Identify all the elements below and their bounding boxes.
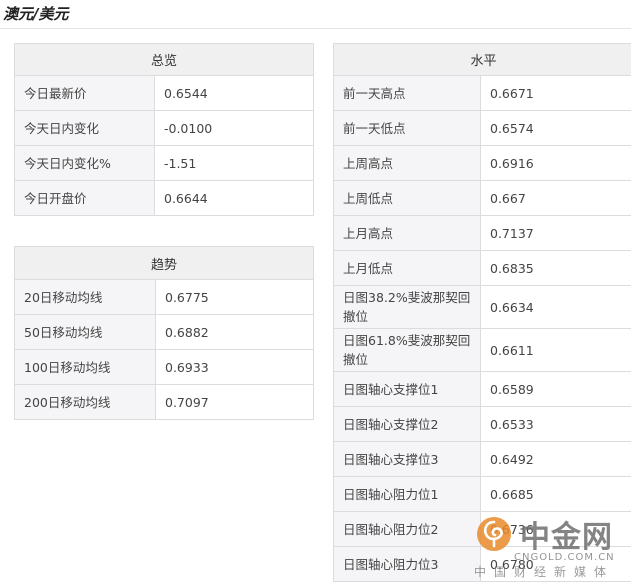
- row-value: 0.6644: [153, 180, 315, 216]
- table-row: 日图轴心支撑位1 0.6589: [333, 371, 631, 407]
- row-label: 前一天低点: [333, 110, 481, 146]
- row-value: 0.6775: [154, 279, 315, 315]
- row-label: 上周低点: [333, 180, 481, 216]
- row-label: 100日移动均线: [14, 349, 156, 385]
- table-row: 今天日内变化 -0.0100: [14, 110, 315, 146]
- row-value: -0.0100: [153, 110, 315, 146]
- overview-table: 总览 今日最新价 0.6544 今天日内变化 -0.0100 今天日内变化% -…: [13, 43, 315, 216]
- row-label: 日图轴心支撑位2: [333, 406, 481, 442]
- row-label: 今日开盘价: [14, 180, 155, 216]
- table-row: 上周低点 0.667: [333, 180, 631, 216]
- table-row: 前一天高点 0.6671: [333, 75, 631, 111]
- table-row: 100日移动均线 0.6933: [14, 349, 315, 385]
- row-label: 200日移动均线: [14, 384, 156, 420]
- table-row: 日图轴心阻力位2 0.6736: [333, 511, 631, 547]
- row-value: 0.6574: [479, 110, 631, 146]
- row-value: 0.6611: [479, 328, 631, 372]
- row-value: 0.6533: [479, 406, 631, 442]
- row-value: 0.7097: [154, 384, 315, 420]
- table-row: 上周高点 0.6916: [333, 145, 631, 181]
- table-row: 今日开盘价 0.6644: [14, 180, 315, 216]
- row-label: 上月低点: [333, 250, 481, 286]
- table-row: 20日移动均线 0.6775: [14, 279, 315, 315]
- row-value: 0.6544: [153, 75, 315, 111]
- row-value: 0.6736: [479, 511, 631, 547]
- row-label: 50日移动均线: [14, 314, 156, 350]
- table-row: 日图轴心支撑位2 0.6533: [333, 406, 631, 442]
- table-row: 200日移动均线 0.7097: [14, 384, 315, 420]
- row-value: 0.6933: [154, 349, 315, 385]
- row-value: 0.6835: [479, 250, 631, 286]
- row-value: 0.6685: [479, 476, 631, 512]
- page-header: 澳元/美元: [0, 0, 631, 29]
- row-label: 日图轴心阻力位2: [333, 511, 481, 547]
- table-row: 今日最新价 0.6544: [14, 75, 315, 111]
- table-row: 上月高点 0.7137: [333, 215, 631, 251]
- row-label: 今日最新价: [14, 75, 155, 111]
- overview-header: 总览: [13, 43, 315, 76]
- row-label: 日图轴心阻力位1: [333, 476, 481, 512]
- table-row: 日图轴心阻力位3 0.6780: [333, 546, 631, 582]
- row-label: 前一天高点: [333, 75, 481, 111]
- table-row: 前一天低点 0.6574: [333, 110, 631, 146]
- row-value: 0.6589: [479, 371, 631, 407]
- row-label: 日图轴心支撑位3: [333, 441, 481, 477]
- row-label: 日图61.8%斐波那契回撤位: [333, 328, 481, 372]
- table-row: 上月低点 0.6835: [333, 250, 631, 286]
- trend-header: 趋势: [13, 246, 315, 280]
- row-value: 0.6492: [479, 441, 631, 477]
- table-row: 日图轴心支撑位3 0.6492: [333, 441, 631, 477]
- row-label: 日图轴心阻力位3: [333, 546, 481, 582]
- row-value: 0.6916: [479, 145, 631, 181]
- row-label: 今天日内变化: [14, 110, 155, 146]
- row-value: 0.667: [479, 180, 631, 216]
- row-value: -1.51: [153, 145, 315, 181]
- row-label: 日图38.2%斐波那契回撤位: [333, 285, 481, 329]
- table-row: 日图38.2%斐波那契回撤位 0.6634: [333, 285, 631, 329]
- row-value: 0.6780: [479, 546, 631, 582]
- page-title: 澳元/美元: [3, 5, 69, 23]
- levels-table: 水平 前一天高点 0.6671 前一天低点 0.6574 上周高点 0.6916…: [332, 43, 631, 582]
- row-value: 0.6882: [154, 314, 315, 350]
- table-row: 50日移动均线 0.6882: [14, 314, 315, 350]
- row-value: 0.7137: [479, 215, 631, 251]
- table-row: 今天日内变化% -1.51: [14, 145, 315, 181]
- levels-header: 水平: [332, 43, 631, 76]
- row-value: 0.6634: [479, 285, 631, 329]
- trend-table: 趋势 20日移动均线 0.6775 50日移动均线 0.6882 100日移动均…: [13, 246, 315, 420]
- row-label: 今天日内变化%: [14, 145, 155, 181]
- row-label: 上周高点: [333, 145, 481, 181]
- table-row: 日图轴心阻力位1 0.6685: [333, 476, 631, 512]
- row-label: 上月高点: [333, 215, 481, 251]
- row-value: 0.6671: [479, 75, 631, 111]
- row-label: 日图轴心支撑位1: [333, 371, 481, 407]
- table-row: 日图61.8%斐波那契回撤位 0.6611: [333, 328, 631, 372]
- row-label: 20日移动均线: [14, 279, 156, 315]
